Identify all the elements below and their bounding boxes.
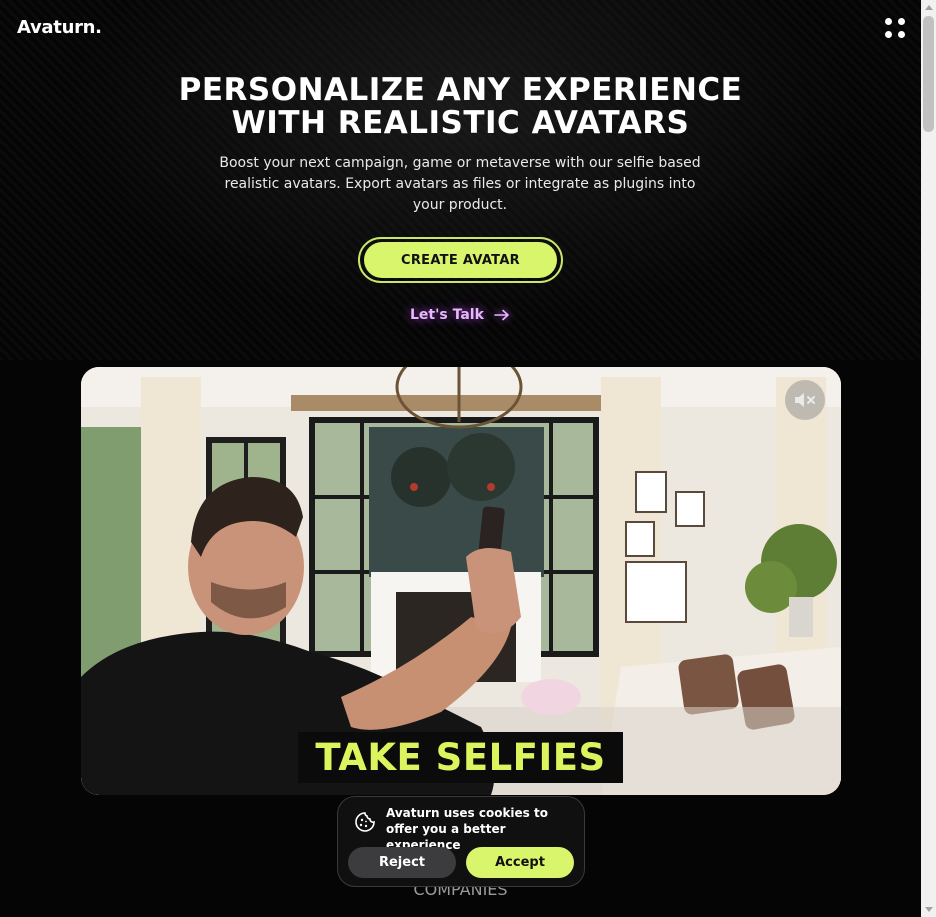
scroll-down-icon[interactable]: [925, 907, 933, 912]
video-scene: [81, 367, 841, 795]
speaker-muted-glyph: [795, 393, 815, 407]
accept-cookies-button[interactable]: Accept: [466, 847, 574, 878]
brand-logo[interactable]: Avaturn.: [17, 17, 102, 38]
create-avatar-button-outline: CREATE AVATAR: [358, 237, 563, 283]
scroll-up-icon[interactable]: [925, 5, 933, 10]
menu-dot: [885, 31, 892, 38]
lets-talk-link[interactable]: Let's Talk: [410, 305, 510, 325]
hero-subtext: Boost your next campaign, game or metave…: [219, 155, 701, 213]
hero-video[interactable]: [81, 367, 841, 795]
cookie-icon: [355, 812, 375, 832]
reject-cookies-button[interactable]: Reject: [348, 847, 456, 878]
speaker-muted-icon[interactable]: [785, 380, 825, 420]
cookie-banner: Avaturn uses cookies to offer you a bett…: [337, 796, 585, 887]
menu-dots-icon[interactable]: [885, 18, 907, 40]
create-avatar-button[interactable]: CREATE AVATAR: [364, 242, 557, 278]
menu-dot: [885, 18, 892, 25]
menu-dot: [898, 31, 905, 38]
hero-headline-line2: WITH REALISTIC AVATARS: [231, 105, 690, 141]
lets-talk-label: Let's Talk: [410, 307, 484, 323]
hero-headline: PERSONALIZE ANY EXPERIENCE WITH REALISTI…: [0, 74, 921, 140]
cookie-message: Avaturn uses cookies to offer you a bett…: [386, 806, 548, 852]
arrow-right-icon: [494, 309, 509, 321]
menu-dot: [898, 18, 905, 25]
video-caption: TAKE SELFIES: [298, 732, 623, 783]
hero-headline-line1: PERSONALIZE ANY EXPERIENCE: [178, 72, 743, 108]
scroll-thumb[interactable]: [923, 16, 934, 132]
page-scrollbar[interactable]: [921, 0, 936, 917]
